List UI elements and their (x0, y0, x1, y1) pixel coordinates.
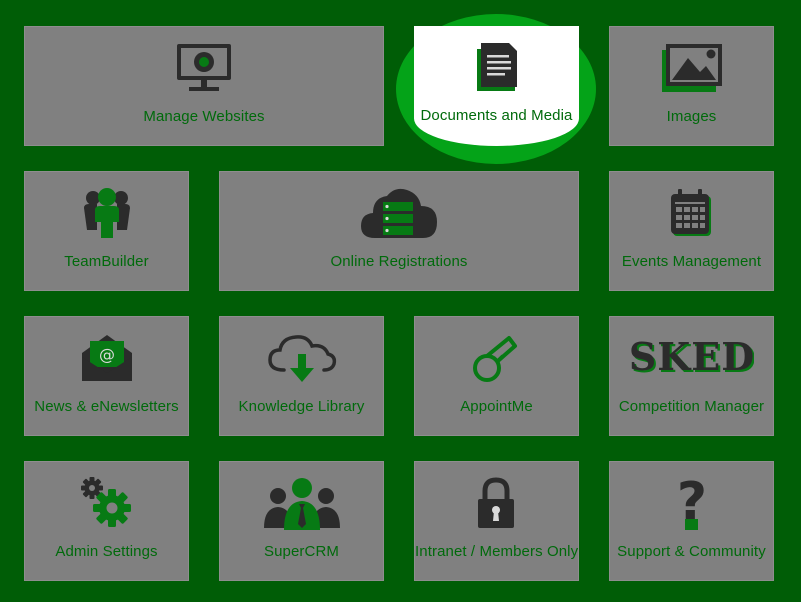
team-icon (25, 184, 188, 242)
cloud-download-icon (220, 329, 383, 387)
tile-label: Manage Websites (143, 108, 265, 125)
question-icon: ? (610, 474, 773, 532)
tile-knowledge-library[interactable]: Knowledge Library (219, 316, 384, 436)
tile-documents-and-media[interactable]: Documents and Media (414, 26, 579, 146)
sked-logo-icon: SKED SKED (610, 329, 773, 387)
svg-text:@: @ (99, 345, 115, 364)
tile-label: News & eNewsletters (34, 398, 179, 415)
calendar-icon (610, 184, 773, 242)
people-icon (220, 474, 383, 532)
tile-events-management[interactable]: Events Management (609, 171, 774, 291)
tile-teambuilder[interactable]: TeamBuilder (24, 171, 189, 291)
tile-label: Intranet / Members Only (415, 543, 579, 560)
tile-label: Support & Community (617, 543, 766, 560)
lock-icon (415, 474, 578, 532)
tile-label: Images (666, 108, 717, 125)
tile-news-enewsletters[interactable]: @ News & eNewsletters (24, 316, 189, 436)
tile-intranet-members-only[interactable]: Intranet / Members Only (414, 461, 579, 581)
tile-label: SuperCRM (264, 543, 339, 560)
tile-label: Competition Manager (618, 398, 765, 415)
gears-icon (25, 474, 188, 532)
tile-supercrm[interactable]: SuperCRM (219, 461, 384, 581)
tile-label: TeamBuilder (64, 253, 149, 270)
tile-label: Knowledge Library (238, 398, 365, 415)
cloud-server-icon (220, 184, 578, 242)
tile-label: Events Management (621, 253, 762, 270)
whistle-icon (415, 329, 578, 387)
sked-logo-text: SKED (630, 336, 754, 379)
tile-label: Documents and Media (420, 107, 573, 124)
tile-label: AppointMe (460, 398, 533, 415)
tile-competition-manager[interactable]: SKED SKED Competition Manager (609, 316, 774, 436)
monitor-icon (25, 39, 383, 97)
tile-support-community[interactable]: ? Support & Community (609, 461, 774, 581)
tile-manage-websites[interactable]: Manage Websites (24, 26, 384, 146)
tile-online-registrations[interactable]: Online Registrations (219, 171, 579, 291)
envelope-icon: @ (25, 329, 188, 387)
tile-appointme[interactable]: AppointMe (414, 316, 579, 436)
image-icon (610, 39, 773, 97)
tile-label: Admin Settings (55, 543, 158, 560)
tile-admin-settings[interactable]: Admin Settings (24, 461, 189, 581)
tile-images[interactable]: Images (609, 26, 774, 146)
tile-label: Online Registrations (330, 253, 468, 270)
document-icon (414, 38, 579, 96)
